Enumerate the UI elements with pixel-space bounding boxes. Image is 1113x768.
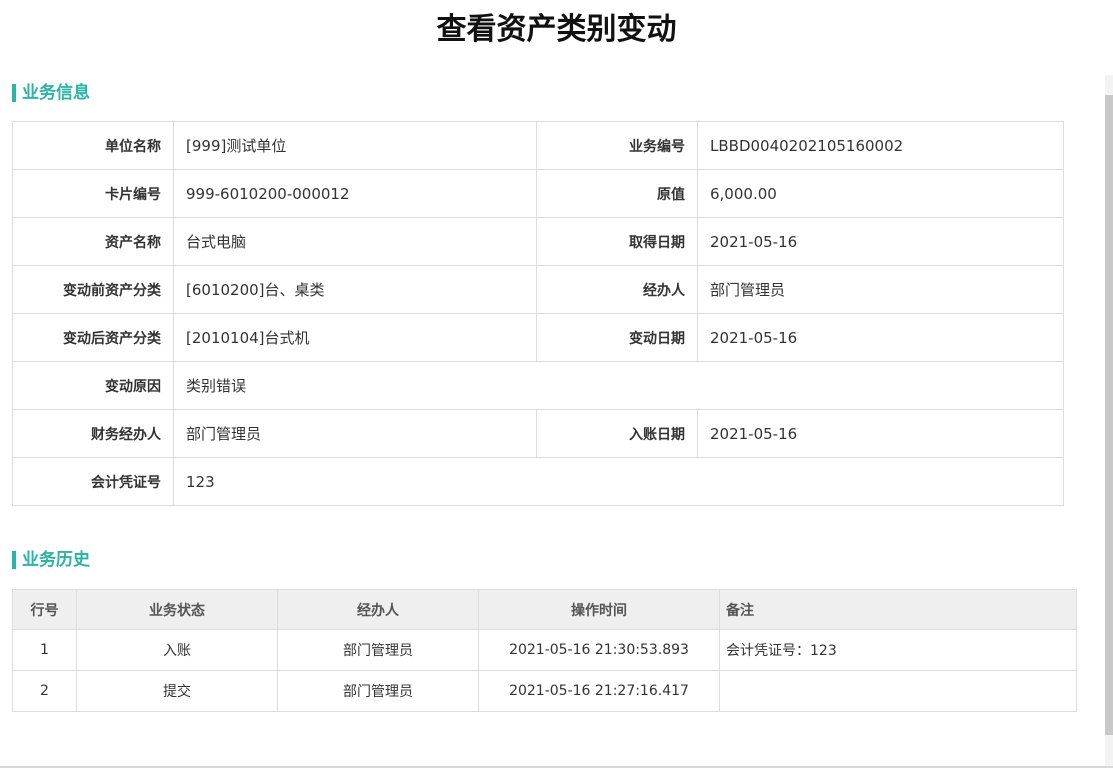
reason-label: 变动原因 <box>12 361 174 410</box>
cell-handler: 部门管理员 <box>277 670 479 712</box>
scrollbar-thumb[interactable] <box>1105 95 1113 735</box>
unit-value: [999]测试单位 <box>173 121 537 170</box>
reason-value: 类别错误 <box>173 361 1064 410</box>
bizno-label: 业务编号 <box>536 121 698 170</box>
cell-status: 入账 <box>76 629 278 671</box>
cell-rowno: 1 <box>12 629 77 671</box>
entry-date-value: 2021-05-16 <box>697 409 1064 458</box>
cell-time: 2021-05-16 21:30:53.893 <box>478 629 720 671</box>
vertical-scrollbar[interactable] <box>1105 75 1113 768</box>
cell-remark: 会计凭证号：123 <box>719 629 1077 671</box>
info-row: 卡片编号 999-6010200-000012 原值 6,000.00 <box>12 169 1064 218</box>
history-table: 行号 业务状态 经办人 操作时间 备注 1 入账 部门管理员 2021-05-1… <box>12 589 1077 712</box>
asset-name-label: 资产名称 <box>12 217 174 266</box>
section-marker <box>12 551 16 569</box>
after-category-label: 变动后资产分类 <box>12 313 174 362</box>
after-category-value: [2010104]台式机 <box>173 313 537 362</box>
change-date-label: 变动日期 <box>536 313 698 362</box>
handler-value: 部门管理员 <box>697 265 1064 314</box>
bizno-value: LBBD0040202105160002 <box>697 121 1064 170</box>
section-title-info: 业务信息 <box>12 83 90 103</box>
info-row: 变动原因 类别错误 <box>12 361 1064 410</box>
info-row: 资产名称 台式电脑 取得日期 2021-05-16 <box>12 217 1064 266</box>
col-header-remark: 备注 <box>719 589 1077 630</box>
voucher-label: 会计凭证号 <box>12 457 174 506</box>
unit-label: 单位名称 <box>12 121 174 170</box>
change-date-value: 2021-05-16 <box>697 313 1064 362</box>
section-title-text: 业务信息 <box>22 83 90 103</box>
orig-value: 6,000.00 <box>697 169 1064 218</box>
section-marker <box>12 84 16 102</box>
acq-date-label: 取得日期 <box>536 217 698 266</box>
card-label: 卡片编号 <box>12 169 174 218</box>
history-header-row: 行号 业务状态 经办人 操作时间 备注 <box>12 589 1077 630</box>
business-info-table: 单位名称 [999]测试单位 业务编号 LBBD0040202105160002… <box>12 121 1064 506</box>
col-header-handler: 经办人 <box>277 589 479 630</box>
acq-date-value: 2021-05-16 <box>697 217 1064 266</box>
before-category-label: 变动前资产分类 <box>12 265 174 314</box>
cell-status: 提交 <box>76 670 278 712</box>
info-row: 单位名称 [999]测试单位 业务编号 LBBD0040202105160002 <box>12 121 1064 170</box>
cell-rowno: 2 <box>12 670 77 712</box>
table-row[interactable]: 1 入账 部门管理员 2021-05-16 21:30:53.893 会计凭证号… <box>12 629 1077 671</box>
section-title-history: 业务历史 <box>12 550 90 570</box>
section-title-text: 业务历史 <box>22 550 90 570</box>
handler-label: 经办人 <box>536 265 698 314</box>
voucher-value: 123 <box>173 457 1064 506</box>
card-value: 999-6010200-000012 <box>173 169 537 218</box>
page-title: 查看资产类别变动 <box>436 12 677 47</box>
info-row: 变动后资产分类 [2010104]台式机 变动日期 2021-05-16 <box>12 313 1064 362</box>
fin-handler-label: 财务经办人 <box>12 409 174 458</box>
cell-remark <box>719 670 1077 712</box>
before-category-value: [6010200]台、桌类 <box>173 265 537 314</box>
orig-value-label: 原值 <box>536 169 698 218</box>
fin-handler-value: 部门管理员 <box>173 409 537 458</box>
info-row: 变动前资产分类 [6010200]台、桌类 经办人 部门管理员 <box>12 265 1064 314</box>
entry-date-label: 入账日期 <box>536 409 698 458</box>
col-header-status: 业务状态 <box>76 589 278 630</box>
info-row: 财务经办人 部门管理员 入账日期 2021-05-16 <box>12 409 1064 458</box>
info-row: 会计凭证号 123 <box>12 457 1064 506</box>
col-header-time: 操作时间 <box>478 589 720 630</box>
asset-name-value: 台式电脑 <box>173 217 537 266</box>
col-header-rowno: 行号 <box>12 589 77 630</box>
table-row[interactable]: 2 提交 部门管理员 2021-05-16 21:27:16.417 <box>12 670 1077 712</box>
cell-handler: 部门管理员 <box>277 629 479 671</box>
cell-time: 2021-05-16 21:27:16.417 <box>478 670 720 712</box>
